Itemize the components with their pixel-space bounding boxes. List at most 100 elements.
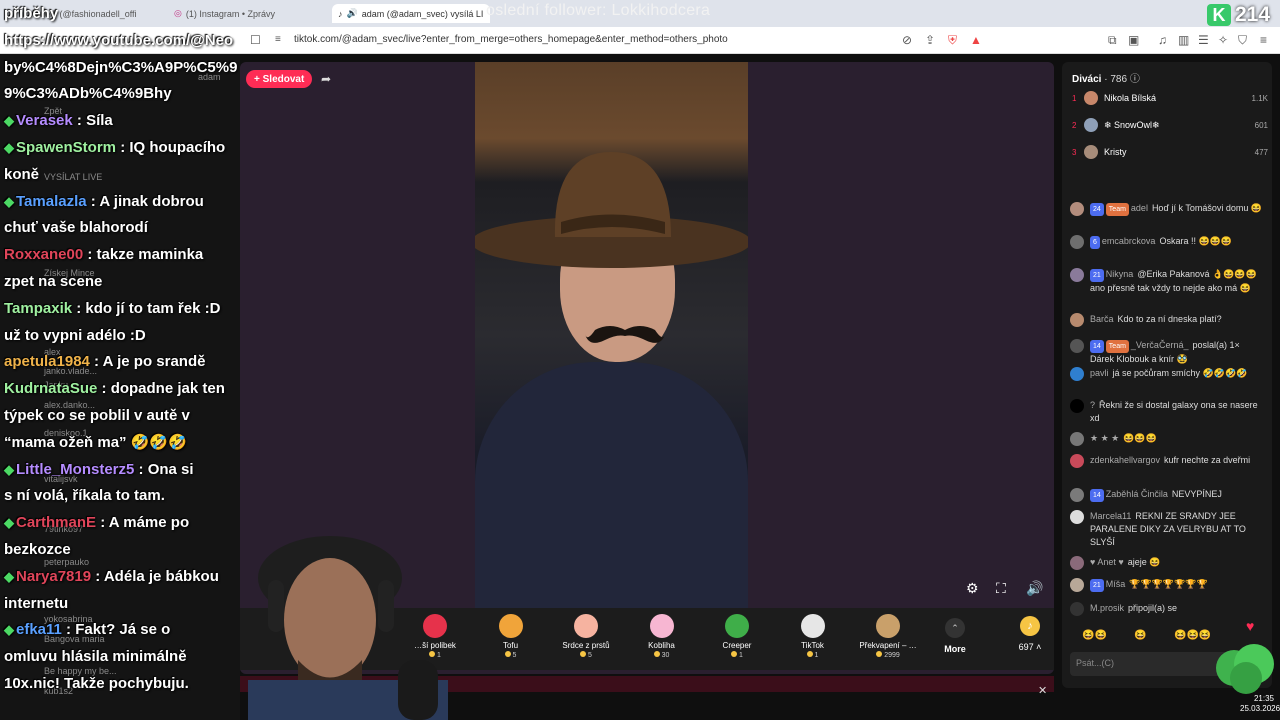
top-viewer-row[interactable]: 1 Nikola Bílská 1.1K: [1072, 88, 1268, 108]
avatar[interactable]: [1070, 578, 1084, 592]
avatar[interactable]: [1070, 202, 1084, 216]
site-info-icon[interactable]: ≡: [275, 34, 281, 45]
tab-instagram[interactable]: ◎ (1) Instagram • Zprávy: [174, 4, 324, 23]
like-heart-icon[interactable]: ♥: [1246, 618, 1254, 634]
emoji-reaction[interactable]: 😆😆😆: [1174, 630, 1211, 641]
chat-username[interactable]: Míša: [1106, 579, 1126, 589]
avatar[interactable]: [1070, 556, 1084, 570]
avatar[interactable]: [1070, 399, 1084, 413]
overlay-chat-text: 9%C3%ADb%C4%9Bhy: [4, 85, 172, 103]
top-viewer-row[interactable]: 2 ❄ SnowOwl❄ 601: [1072, 115, 1268, 135]
chat-username[interactable]: ?: [1090, 400, 1095, 410]
gift-item[interactable]: Překvapení – … 2999: [853, 614, 923, 659]
diamond-icon: ◆: [4, 113, 14, 129]
chat-username[interactable]: _VerčaČerná_: [1131, 340, 1189, 350]
avatar: [1084, 91, 1098, 105]
avatar[interactable]: [1070, 339, 1084, 353]
translate-icon[interactable]: ⊘: [902, 33, 912, 47]
chat-text: Řekni že si dostal galaxy ona se nasere …: [1090, 400, 1258, 423]
chat-username[interactable]: Barča: [1090, 314, 1114, 324]
avatar[interactable]: [1070, 367, 1084, 381]
chat-username[interactable]: emcabrckova: [1102, 236, 1156, 246]
settings-gear-icon[interactable]: ⚙: [966, 580, 979, 597]
chat-username[interactable]: ♥ Anet ♥: [1090, 557, 1124, 567]
overlay-chat-text: zpet na scene: [4, 273, 103, 290]
chat-username[interactable]: zdenkahellvargov: [1090, 455, 1160, 465]
info-icon[interactable]: ⓘ: [1130, 74, 1140, 85]
share-icon[interactable]: ⇪: [925, 33, 935, 47]
overlay-chat-text: koně: [4, 165, 40, 183]
chat-username[interactable]: pavli: [1090, 368, 1109, 378]
menu-icon[interactable]: ≡: [1260, 33, 1267, 47]
overlay-chat-text: omluvu hlásila minimálně: [4, 648, 187, 666]
follow-button[interactable]: + Sledovat: [246, 70, 313, 88]
gift-item[interactable]: TikTok 1: [778, 614, 848, 659]
volume-icon[interactable]: 🔊: [1026, 580, 1043, 597]
coin-balance-button[interactable]: ♪ 697 ˄: [1010, 616, 1050, 652]
ai-icon[interactable]: ✧: [1218, 33, 1228, 47]
avatar[interactable]: [1070, 268, 1084, 282]
viewer-score: 477: [1254, 147, 1268, 157]
diamond-icon: ◆: [4, 515, 14, 531]
chat-username[interactable]: ★ ★ ★: [1090, 433, 1119, 443]
overlay-chat-line: apetula1984 : A je po srandě: [4, 350, 205, 374]
top-viewer-row[interactable]: 3 Kristy 477: [1072, 142, 1268, 162]
avatar[interactable]: [1070, 510, 1084, 524]
diamond-icon: ◆: [4, 461, 14, 477]
avatar[interactable]: [1070, 488, 1084, 502]
screenshot-icon[interactable]: ▣: [1128, 33, 1139, 47]
close-icon[interactable]: ✕: [1038, 684, 1047, 697]
avatar[interactable]: [1070, 313, 1084, 327]
avatar: [1084, 118, 1098, 132]
url-field[interactable]: tiktok.com/@adam_svec/live?enter_from_me…: [294, 34, 728, 45]
emoji-reaction[interactable]: 😆😆: [1082, 630, 1107, 641]
bookmark-icon[interactable]: ☐: [250, 33, 261, 47]
avatar[interactable]: [1070, 602, 1084, 616]
reading-list-icon[interactable]: ☰: [1198, 33, 1209, 47]
overlay-chat-username: KudrnataSue: [4, 380, 98, 398]
overlay-chat-line: “mama ožeň ma” 🤣🤣🤣: [4, 431, 187, 455]
rewards-icon[interactable]: ▲: [970, 33, 982, 47]
overlay-chat-text: příběhy: [4, 5, 59, 22]
tab-tiktok-live[interactable]: ♪ 🔊 adam (@adam_svec) vysílá LI ×: [332, 4, 490, 23]
vpn-icon[interactable]: ⛉: [1238, 33, 1247, 48]
chat-message: ? Řekni že si dostal galaxy ona se nasere…: [1070, 399, 1266, 425]
overlay-chat-line: Tampaxik : kdo jí to tam řek :D: [4, 297, 220, 321]
extensions-icon[interactable]: ⧉: [1108, 33, 1117, 48]
overlay-chat-line: bezkozce: [4, 538, 71, 562]
viewer-name: Kristy: [1104, 147, 1127, 157]
chat-input[interactable]: Psát...(C): [1070, 652, 1230, 676]
avatar[interactable]: [1070, 454, 1084, 468]
media-icon[interactable]: ♫: [1158, 33, 1167, 47]
overlay-chat-text: už to vypni adélo :D: [4, 326, 146, 344]
chat-username[interactable]: M.prosik: [1090, 603, 1124, 613]
avatar[interactable]: [1070, 432, 1084, 446]
emoji-reaction[interactable]: 😆: [1134, 630, 1146, 641]
chat-username[interactable]: Marcela11: [1090, 511, 1131, 521]
fullscreen-icon[interactable]: ⛶: [996, 580, 1006, 597]
chat-username[interactable]: Nikyna: [1106, 269, 1134, 279]
chat-username[interactable]: adel: [1131, 203, 1148, 213]
chat-text: Kdo to za ní dneska platí?: [1117, 314, 1222, 324]
team-badge: Team: [1105, 340, 1129, 353]
overlay-chat-line: chuť vaše blahorodí: [4, 216, 148, 240]
share-arrow-icon[interactable]: ➦: [316, 70, 336, 88]
coin-icon: [580, 651, 587, 657]
gift-item[interactable]: Srdce z prstů 5: [551, 614, 621, 659]
more-gifts-button[interactable]: ⌃ More: [940, 618, 970, 654]
gift-item[interactable]: Kobliha 30: [627, 614, 697, 659]
avatar[interactable]: [1070, 235, 1084, 249]
sidebar-item[interactable]: VYSÍLAT LIVE: [44, 172, 102, 182]
chat-text: ajeje 😆: [1127, 557, 1161, 567]
stream-overlay-banner: oslední follower: Lokkihodcera: [486, 2, 711, 19]
live-video[interactable]: [475, 62, 748, 608]
chat-username[interactable]: Zaběhlá Činčila: [1106, 489, 1168, 499]
viewer-score: 601: [1254, 120, 1268, 130]
brave-shield-icon[interactable]: ⛨: [948, 33, 957, 48]
gift-item[interactable]: Creeper 1: [702, 614, 772, 659]
level-badge: 21: [1090, 579, 1104, 592]
shirt: [475, 362, 748, 608]
sidebar-icon[interactable]: ▥: [1178, 33, 1189, 47]
chat-text: Oskara !! 😆😆😆: [1159, 236, 1233, 246]
overlay-chat-username: Verasek: [16, 112, 73, 130]
